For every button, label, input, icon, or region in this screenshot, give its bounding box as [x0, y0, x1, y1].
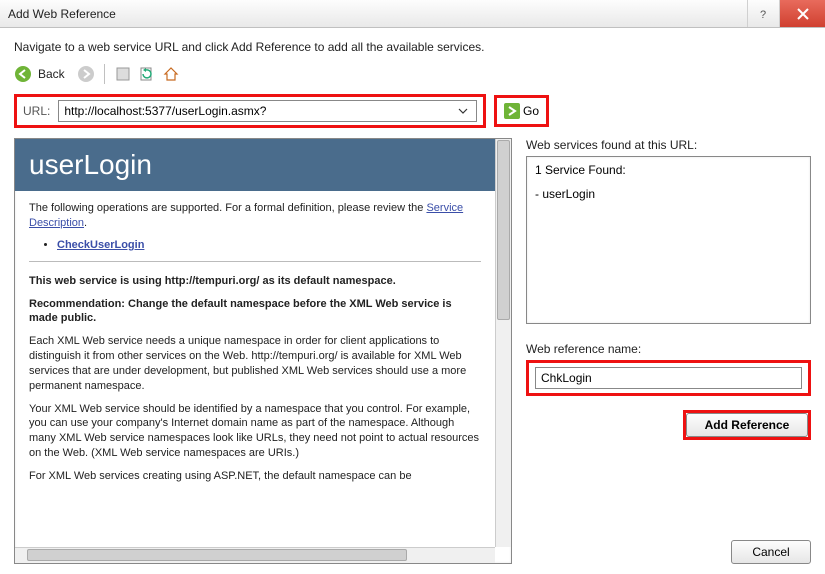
url-dropdown-button[interactable]: [458, 106, 476, 116]
svg-text:?: ?: [760, 9, 766, 20]
url-row: URL: Go: [14, 94, 811, 128]
preview-vertical-scrollbar[interactable]: [495, 139, 511, 547]
services-found-list[interactable]: 1 Service Found: - userLogin: [526, 156, 811, 324]
preview-viewport[interactable]: userLogin The following operations are s…: [15, 139, 495, 547]
refresh-icon: [139, 66, 155, 82]
forward-arrow-icon: [77, 65, 95, 83]
back-arrow-icon: [14, 65, 32, 83]
divider: [29, 261, 481, 262]
cancel-button[interactable]: Cancel: [731, 540, 811, 564]
namespace-paragraph-1: Each XML Web service needs a unique name…: [29, 334, 481, 393]
scrollbar-thumb[interactable]: [27, 549, 407, 561]
go-section: Go: [494, 95, 549, 127]
web-reference-name-input[interactable]: [535, 367, 802, 389]
url-input[interactable]: [59, 104, 458, 118]
close-button[interactable]: [779, 0, 825, 27]
recommendation-note: Recommendation: Change the default names…: [29, 297, 481, 327]
intro-paragraph: The following operations are supported. …: [29, 201, 481, 231]
web-reference-name-label: Web reference name:: [526, 342, 811, 356]
go-label: Go: [523, 104, 539, 118]
service-preview-pane: userLogin The following operations are s…: [14, 138, 512, 564]
scrollbar-thumb[interactable]: [497, 140, 510, 320]
home-icon: [163, 66, 179, 82]
go-arrow-icon: [504, 103, 520, 119]
preview-hero: userLogin: [15, 139, 495, 191]
help-button[interactable]: ?: [747, 0, 779, 27]
add-reference-button[interactable]: Add Reference: [686, 413, 808, 437]
go-button[interactable]: Go: [501, 101, 542, 121]
namespace-note: This web service is using http://tempuri…: [29, 274, 481, 289]
help-icon: ?: [758, 8, 770, 20]
list-item: - userLogin: [535, 187, 802, 201]
back-button[interactable]: [14, 65, 32, 83]
chevron-down-icon: [458, 106, 468, 116]
web-reference-name-section: [526, 360, 811, 396]
url-combobox[interactable]: [58, 100, 477, 122]
refresh-button[interactable]: [138, 65, 156, 83]
back-label: Back: [38, 67, 65, 81]
service-heading: userLogin: [29, 149, 481, 181]
titlebar: Add Web Reference ?: [0, 0, 825, 28]
window-title: Add Web Reference: [8, 7, 747, 21]
instruction-text: Navigate to a web service URL and click …: [14, 40, 811, 54]
services-found-count: 1 Service Found:: [535, 163, 802, 177]
nav-toolbar: Back: [14, 64, 811, 84]
namespace-paragraph-3: For XML Web services creating using ASP.…: [29, 469, 481, 484]
preview-horizontal-scrollbar[interactable]: [15, 547, 495, 563]
stop-button[interactable]: [114, 65, 132, 83]
stop-icon: [115, 66, 131, 82]
namespace-paragraph-2: Your XML Web service should be identifie…: [29, 402, 481, 461]
window-button-group: ?: [747, 0, 825, 27]
url-section: URL:: [14, 94, 486, 128]
home-button[interactable]: [162, 65, 180, 83]
forward-button[interactable]: [77, 65, 95, 83]
add-reference-section: Add Reference: [683, 410, 811, 440]
url-label: URL:: [23, 104, 50, 118]
services-found-label: Web services found at this URL:: [526, 138, 811, 152]
close-icon: [797, 8, 809, 20]
operation-link[interactable]: CheckUserLogin: [57, 239, 144, 251]
toolbar-separator: [104, 64, 105, 84]
